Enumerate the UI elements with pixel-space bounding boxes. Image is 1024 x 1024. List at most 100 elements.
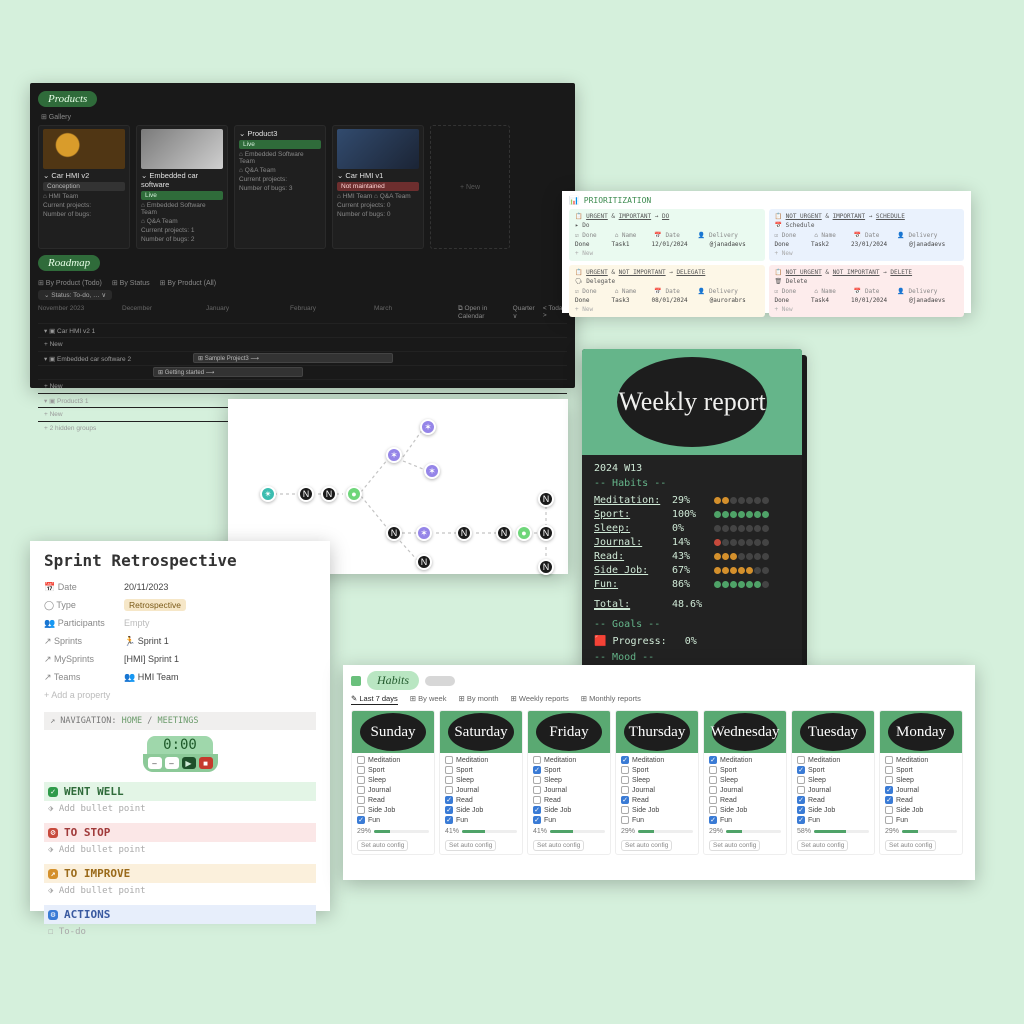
checkbox-icon[interactable] [533,786,541,794]
diagram-node[interactable]: N [416,554,432,570]
product-card[interactable]: ⌄ Car HMI v1 Not maintained ⌂ HMI Team ⌂… [332,125,424,249]
checkbox-icon[interactable]: ✓ [709,816,717,824]
prio-new[interactable]: + New [575,306,759,313]
new-product-button[interactable]: + New [430,125,510,249]
checkbox-icon[interactable] [621,776,629,784]
checkbox-icon[interactable] [885,756,893,764]
checkbox-icon[interactable] [797,756,805,764]
checkbox-icon[interactable] [357,756,365,764]
roadmap-tab[interactable]: ⊞ By Product (Todo) [38,279,102,287]
day-card[interactable]: FridayMeditation✓SportSleepJournalRead✓S… [527,710,611,855]
add-bullet[interactable]: ⬗ Add bullet point [44,801,316,817]
diagram-node[interactable]: ✶ [386,447,402,463]
checkbox-icon[interactable]: ✓ [533,806,541,814]
habit-checkbox-row[interactable]: Read [357,796,429,804]
habit-checkbox-row[interactable]: ✓Journal [885,786,957,794]
timer-next-button[interactable]: – [165,757,179,769]
diagram-node[interactable]: N [298,486,314,502]
checkbox-icon[interactable] [797,776,805,784]
habit-checkbox-row[interactable]: ✓Fun [445,816,517,824]
checkbox-icon[interactable] [885,766,893,774]
checkbox-icon[interactable]: ✓ [885,796,893,804]
checkbox-icon[interactable] [357,776,365,784]
checkbox-icon[interactable]: ✓ [621,756,629,764]
checkbox-icon[interactable]: ✓ [445,806,453,814]
habit-checkbox-row[interactable]: ✓Read [445,796,517,804]
checkbox-icon[interactable]: ✓ [533,766,541,774]
habit-checkbox-row[interactable]: Journal [357,786,429,794]
habits-tab[interactable]: ⊞ By month [458,694,498,705]
habit-checkbox-row[interactable]: Journal [709,786,781,794]
set-auto-config-button[interactable]: Set auto config [533,840,584,851]
habit-checkbox-row[interactable]: Meditation [885,756,957,764]
checkbox-icon[interactable] [709,796,717,804]
diagram-node[interactable]: N [386,525,402,541]
set-auto-config-button[interactable]: Set auto config [621,840,672,851]
zoom-quarter[interactable]: Quarter ∨ [513,305,537,320]
timeline-group[interactable]: ▾ ▣ Car HMI v2 1 [38,327,148,335]
set-auto-config-button[interactable]: Set auto config [885,840,936,851]
prop-participants-value[interactable]: Empty [124,618,150,628]
habits-tab[interactable]: ⊞ Monthly reports [581,694,641,705]
checkbox-icon[interactable] [357,806,365,814]
diagram-node[interactable]: N [538,525,554,541]
add-bullet[interactable]: ⬗ Add bullet point [44,883,316,899]
product-card[interactable]: ⌄ Car HMI v2 Conception ⌂ HMI Team Curre… [38,125,130,249]
timer-prev-button[interactable]: – [148,757,162,769]
habit-checkbox-row[interactable]: Meditation [797,756,869,764]
habit-checkbox-row[interactable]: ✓Read [621,796,693,804]
prop-type-value[interactable]: Retrospective [124,599,186,611]
habit-checkbox-row[interactable]: Meditation [533,756,605,764]
habits-tab[interactable]: ⊞ By week [410,694,447,705]
checkbox-icon[interactable] [797,786,805,794]
open-in-calendar[interactable]: ⧉ Open in Calendar [458,305,507,320]
checkbox-icon[interactable] [357,786,365,794]
day-card[interactable]: SaturdayMeditationSportSleepJournal✓Read… [439,710,523,855]
status-filter[interactable]: ⌄ Status: To-do, … ∨ [38,290,112,300]
gallery-view-label[interactable]: ⊞ Gallery [41,113,567,121]
habit-checkbox-row[interactable]: ✓Sport [533,766,605,774]
habit-checkbox-row[interactable]: Side Job [885,806,957,814]
diagram-node[interactable]: N [456,525,472,541]
habit-checkbox-row[interactable]: Read [533,796,605,804]
habit-checkbox-row[interactable]: Journal [445,786,517,794]
checkbox-icon[interactable] [445,776,453,784]
habit-checkbox-row[interactable]: ✓Meditation [709,756,781,764]
checkbox-icon[interactable]: ✓ [445,816,453,824]
prop-teams-value[interactable]: 👥 HMI Team [124,672,179,683]
checkbox-icon[interactable]: ✓ [621,796,629,804]
diagram-node[interactable]: ✶ [420,419,436,435]
diagram-node[interactable]: ● [346,486,362,502]
timeline-group[interactable]: ▾ ▣ Embedded car software 2 [38,355,148,363]
day-card[interactable]: MondayMeditationSportSleep✓Journal✓ReadS… [879,710,963,855]
day-card[interactable]: TuesdayMeditation✓SportSleepJournal✓Read… [791,710,875,855]
habit-checkbox-row[interactable]: Meditation [445,756,517,764]
checkbox-icon[interactable] [445,766,453,774]
habit-checkbox-row[interactable]: Side Job [621,806,693,814]
timeline-bar[interactable]: ⊞ Getting started ⟶ [153,367,303,377]
checkbox-icon[interactable] [709,776,717,784]
diagram-node[interactable]: N [496,525,512,541]
habit-checkbox-row[interactable]: Sport [621,766,693,774]
checkbox-icon[interactable] [621,766,629,774]
prio-new[interactable]: + New [775,250,959,257]
set-auto-config-button[interactable]: Set auto config [445,840,496,851]
habit-checkbox-row[interactable]: Read [709,796,781,804]
habit-checkbox-row[interactable]: Sleep [533,776,605,784]
diagram-node[interactable]: N [538,559,554,575]
checkbox-icon[interactable]: ✓ [357,816,365,824]
diagram-node[interactable]: ✴ [260,486,276,502]
checkbox-icon[interactable]: ✓ [797,796,805,804]
timeline-group[interactable]: ▾ ▣ Product3 1 [38,397,148,405]
timeline-new-row[interactable]: + New [38,341,148,348]
habit-checkbox-row[interactable]: Journal [797,786,869,794]
checkbox-icon[interactable] [885,816,893,824]
set-auto-config-button[interactable]: Set auto config [709,840,760,851]
set-auto-config-button[interactable]: Set auto config [357,840,408,851]
habit-checkbox-row[interactable]: Sleep [445,776,517,784]
checkbox-icon[interactable]: ✓ [709,756,717,764]
checkbox-icon[interactable]: ✓ [797,816,805,824]
habit-checkbox-row[interactable]: Sport [885,766,957,774]
checkbox-icon[interactable]: ✓ [885,786,893,794]
habit-checkbox-row[interactable]: ✓Fun [533,816,605,824]
